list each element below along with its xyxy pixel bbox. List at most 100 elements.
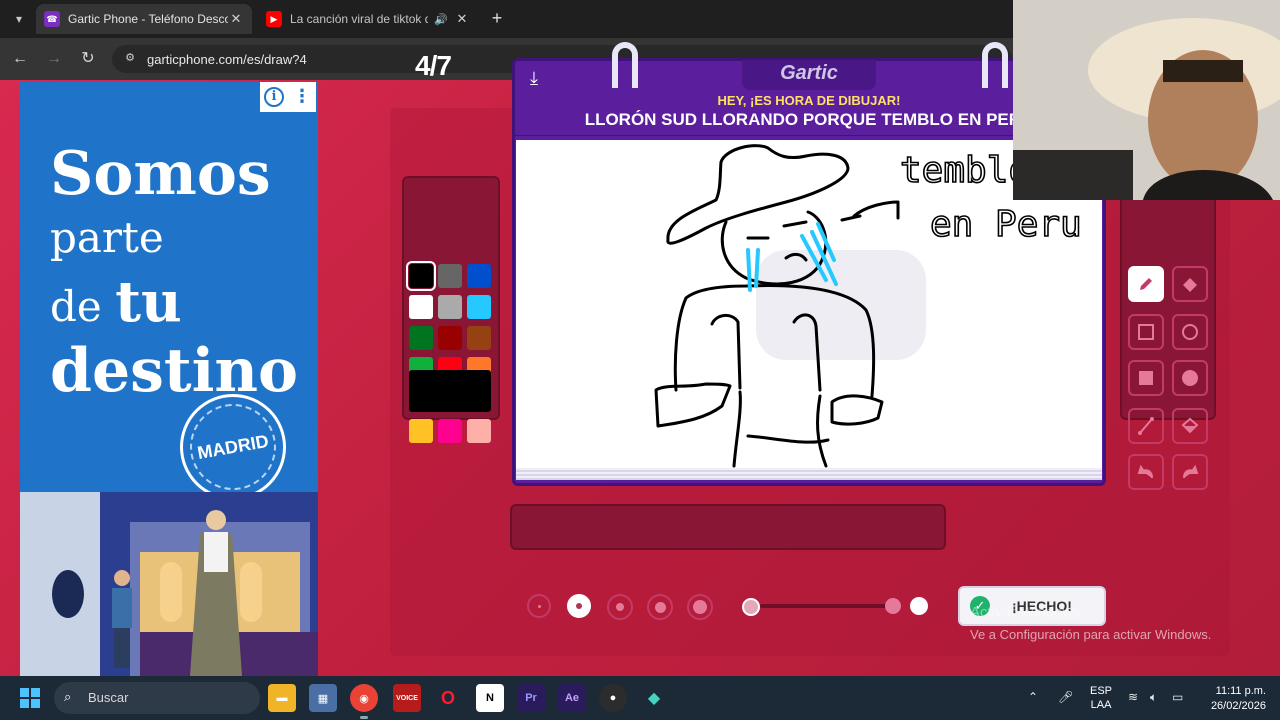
windows-activation-sub: Ve a Configuración para activar Windows. — [970, 627, 1212, 642]
lang-code: ESP — [1090, 685, 1113, 697]
opacity-slider-track[interactable] — [760, 604, 900, 608]
obs-icon[interactable]: ● — [599, 684, 627, 712]
new-tab-button[interactable]: + — [486, 8, 508, 30]
language-indicator[interactable]: ESP LAA — [1090, 684, 1112, 712]
ad-menu-icon[interactable]: ⋮ — [288, 82, 316, 112]
microphone-icon[interactable]: 🎤︎ — [1058, 690, 1073, 704]
color-swatch[interactable] — [438, 264, 462, 288]
binder-ring-left — [612, 42, 638, 88]
chrome-active-indicator — [360, 716, 368, 719]
clock-date: 26/02/2026 — [1210, 700, 1266, 712]
rectangle-outline-tool-button[interactable] — [1128, 314, 1164, 350]
redo-icon — [1183, 464, 1199, 479]
volume-icon[interactable]: 🔈︎ — [1150, 690, 1157, 705]
audio-playing-icon[interactable]: 🔊 — [434, 13, 448, 26]
fill-bucket-tool-button[interactable] — [1172, 408, 1208, 444]
brush-controls-bar — [510, 504, 946, 550]
color-swatch[interactable] — [438, 295, 462, 319]
color-swatch[interactable] — [467, 326, 491, 350]
color-swatch[interactable] — [467, 295, 491, 319]
chrome-icon[interactable]: ◉ — [350, 684, 378, 712]
brush-size-4-button[interactable] — [647, 594, 673, 620]
color-swatch[interactable] — [409, 326, 433, 350]
app-icon[interactable]: ◆ — [640, 684, 668, 712]
voicemeeter-icon[interactable]: VOICE — [393, 684, 421, 712]
binder-ring-right — [982, 42, 1008, 88]
ad-line-3: de tu — [50, 270, 298, 339]
undo-icon — [1137, 464, 1153, 479]
webcam-overlay — [1013, 0, 1280, 200]
site-info-icon[interactable]: ⚙ — [122, 51, 138, 67]
current-color-preview — [409, 370, 491, 412]
color-swatch[interactable] — [467, 264, 491, 288]
ellipse-fill-tool-button[interactable] — [1172, 360, 1208, 396]
tab-title: Gartic Phone - Teléfono Descon — [68, 12, 228, 26]
url-text: garticphone.com/es/draw?4 — [147, 52, 307, 67]
wifi-icon[interactable]: ≋ — [1128, 690, 1138, 704]
layout-code: LAA — [1090, 699, 1112, 711]
color-swatch[interactable] — [406, 261, 436, 291]
pencil-tool-button[interactable] — [1128, 266, 1164, 302]
round-counter: 4/7 — [415, 50, 452, 81]
canvas-edge — [516, 468, 1102, 480]
ad-line-1: Somos — [50, 139, 271, 209]
gartic-phone-watermark — [756, 250, 926, 360]
after-effects-icon[interactable]: Ae — [558, 684, 586, 712]
eraser-tool-button[interactable] — [1172, 266, 1208, 302]
ad-info-icon[interactable]: i — [260, 82, 288, 112]
square-outline-icon — [1138, 324, 1154, 340]
line-icon — [1138, 417, 1154, 435]
ad-photo-scene — [20, 492, 318, 676]
battery-icon[interactable]: ▭ — [1172, 690, 1183, 704]
reload-icon[interactable]: ↻ — [78, 49, 98, 69]
ad-banner[interactable]: i ⋮ Somos parte de tu destino MADRID — [20, 82, 318, 676]
tab-search-chevron-icon[interactable]: ▾ — [8, 8, 30, 30]
opera-icon[interactable]: O — [434, 684, 462, 712]
opacity-min-dot — [742, 598, 760, 616]
gartic-logo: Gartic — [780, 62, 838, 84]
color-swatch[interactable] — [467, 419, 491, 443]
color-swatch[interactable] — [438, 326, 462, 350]
ad-line-3b: tu — [115, 269, 182, 335]
download-icon[interactable]: ⤓ — [523, 68, 545, 90]
windows-start-icon[interactable] — [20, 688, 40, 708]
color-swatch[interactable] — [409, 295, 433, 319]
clock[interactable]: 11:11 p.m. 26/02/2026 — [1196, 684, 1266, 714]
show-hidden-icons-icon[interactable]: ⌃ — [1028, 690, 1038, 704]
brush-size-5-button[interactable] — [687, 594, 713, 620]
ad-headline: Somos parte de tu destino — [50, 142, 298, 403]
brush-size-3-button[interactable] — [607, 594, 633, 620]
opacity-slider-handle[interactable] — [910, 597, 928, 615]
windows-taskbar: ⌕ Buscar ▬ ▦ ◉ VOICE O N Pr Ae ● ◆ ⌃ 🎤︎ … — [0, 676, 1280, 720]
ellipse-outline-tool-button[interactable] — [1172, 314, 1208, 350]
color-swatch[interactable] — [438, 419, 462, 443]
close-tab-icon[interactable]: ✕ — [228, 11, 244, 27]
rectangle-fill-tool-button[interactable] — [1128, 360, 1164, 396]
brush-size-1-button[interactable] — [527, 594, 551, 618]
tab-youtube[interactable]: ▶ La canción viral de tiktok qu 🔊 ✕ — [258, 4, 478, 34]
tab-gartic-phone[interactable]: ☎ Gartic Phone - Teléfono Descon ✕ — [36, 4, 252, 34]
undo-button[interactable] — [1128, 454, 1164, 490]
eraser-icon — [1183, 278, 1197, 292]
taskbar-search[interactable]: ⌕ Buscar — [54, 682, 260, 714]
circle-outline-icon — [1182, 324, 1198, 340]
canvas-text-2: en Peru — [930, 204, 1082, 245]
webcam-person-image — [1013, 0, 1280, 200]
line-tool-button[interactable] — [1128, 408, 1164, 444]
search-icon: ⌕ — [64, 689, 72, 704]
madrid-seal: MADRID — [180, 394, 286, 500]
file-explorer-icon[interactable]: ▬ — [268, 684, 296, 712]
redo-button[interactable] — [1172, 454, 1208, 490]
back-icon[interactable]: ← — [10, 49, 30, 69]
forward-icon[interactable]: → — [44, 49, 64, 69]
gartic-favicon-icon: ☎ — [44, 11, 60, 27]
search-label: Buscar — [88, 690, 129, 705]
brush-size-2-button[interactable] — [567, 594, 591, 618]
store-icon[interactable]: ▦ — [309, 684, 337, 712]
close-tab-icon[interactable]: ✕ — [454, 11, 470, 27]
color-swatch[interactable] — [409, 419, 433, 443]
canvas-text-1: temblo — [900, 150, 1030, 191]
notion-icon[interactable]: N — [476, 684, 504, 712]
ad-line-3a: de — [50, 282, 116, 331]
premiere-icon[interactable]: Pr — [517, 684, 545, 712]
